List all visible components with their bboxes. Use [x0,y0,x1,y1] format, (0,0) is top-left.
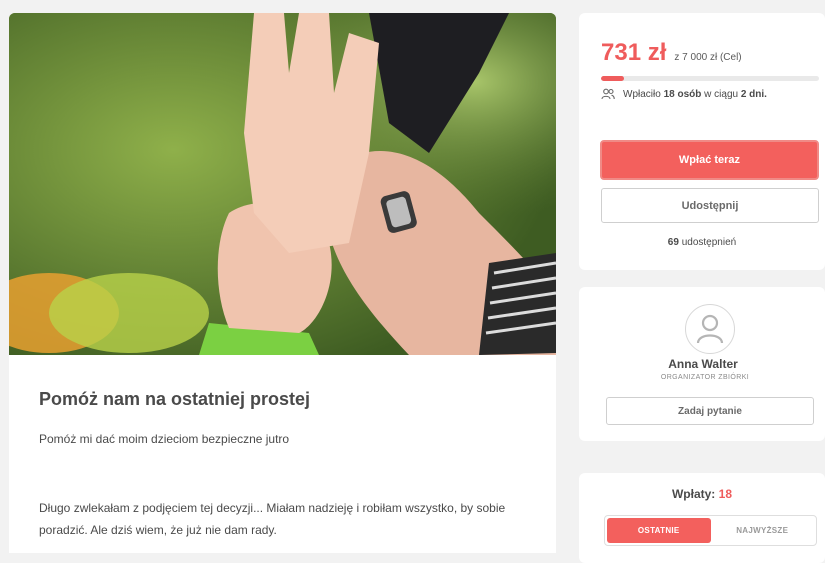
progress-fill [601,76,624,81]
campaign-hero-image [9,13,556,355]
payments-count: 18 [718,487,733,501]
campaign-subtitle: Pomóż mi dać moim dzieciom bezpieczne ju… [39,432,290,446]
ask-question-button[interactable]: Zadaj pytanie [606,397,814,425]
payments-label: Wpłaty: [671,487,716,501]
campaign-main: Pomóż nam na ostatniej prostej Pomóż mi … [9,13,556,553]
shares-number: 69 [667,237,679,248]
donors-days: 2 dni. [740,88,767,100]
progress-bar [601,76,819,81]
payments-tabs: OSTATNIE NAJWYŻSZE [604,515,817,546]
payments-header: Wpłaty: 18 [579,487,825,501]
donors-prefix: Wpłaciło [623,88,661,100]
donors-count: 18 osób [663,88,702,100]
organizer-card: Anna Walter ORGANIZATOR ZBIÓRKI Zadaj py… [579,287,825,441]
shares-count: 69 udostępnień [579,237,825,248]
donors-summary: Wpłaciło 18 osób w ciągu 2 dni. [601,88,767,100]
people-icon [601,88,615,100]
user-icon [696,314,724,344]
payments-card: Wpłaty: 18 OSTATNIE NAJWYŻSZE [579,473,825,563]
share-button[interactable]: Udostępnij [601,188,819,223]
tab-highest[interactable]: NAJWYŻSZE [711,518,815,543]
donate-button[interactable]: Wpłać teraz [600,140,819,180]
donors-middle: w ciągu [704,88,739,100]
avatar [685,304,735,354]
campaign-title: Pomóż nam na ostatniej prostej [39,389,311,409]
tab-latest[interactable]: OSTATNIE [607,518,711,543]
amount-row: 731 zł z 7 000 zł (Cel) [601,39,742,67]
raised-amount: 731 zł [601,39,667,66]
organizer-name: Anna Walter [668,357,738,371]
shares-suffix: udostępnień [681,237,737,248]
organizer-role: ORGANIZATOR ZBIÓRKI [660,374,750,381]
campaign-description: Długo zwlekałam z podjęciem tej decyzji.… [39,501,506,537]
funding-card: 731 zł z 7 000 zł (Cel) Wpłaciło 18 osób… [579,13,825,270]
goal-amount: z 7 000 zł (Cel) [674,52,742,63]
